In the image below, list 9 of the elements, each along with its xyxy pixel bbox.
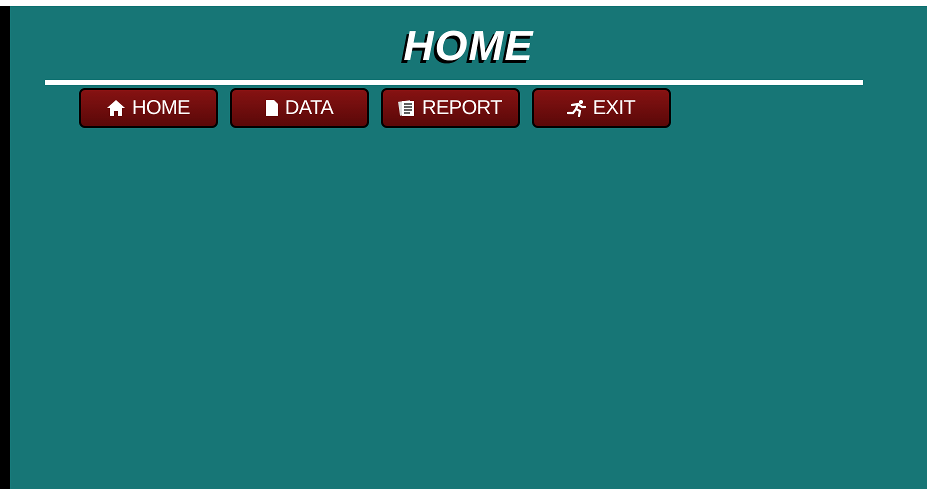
nav-button[interactable]: EXIT xyxy=(532,88,670,128)
nav-button[interactable]: REPORT xyxy=(380,88,520,128)
house-icon xyxy=(106,99,126,117)
papers-icon xyxy=(398,99,416,117)
running-person-icon xyxy=(566,99,587,117)
nav-button[interactable]: DATA xyxy=(230,88,368,128)
nav-button[interactable]: HOME xyxy=(78,88,218,128)
page-title: HOME xyxy=(403,22,534,70)
document-icon xyxy=(264,99,279,117)
